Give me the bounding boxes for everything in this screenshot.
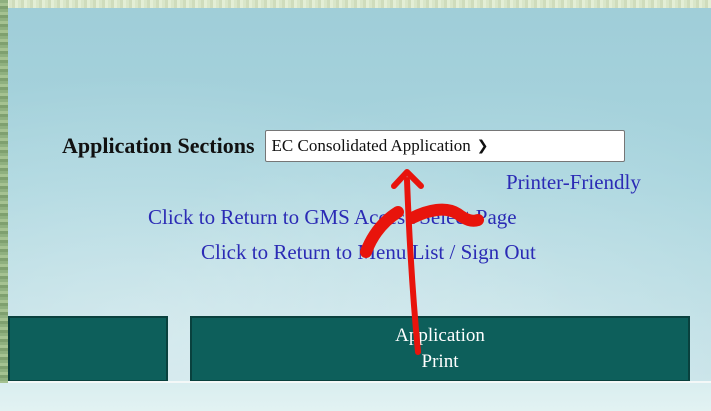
return-gms-access-link[interactable]: Click to Return to GMS Access/Select Pag… (148, 205, 517, 230)
return-menu-signout-link[interactable]: Click to Return to Menu List / Sign Out (201, 240, 536, 265)
divider (8, 381, 711, 383)
nav-button-left[interactable] (8, 316, 168, 382)
frame-left-border (0, 0, 8, 411)
application-sections-label: Application Sections (62, 133, 255, 158)
printer-friendly-link[interactable]: Printer-Friendly (506, 170, 641, 195)
chevron-down-icon: ❯ (476, 138, 489, 154)
page-bottom-area (0, 383, 711, 411)
frame-top-border (0, 0, 711, 8)
selected-section-value: EC Consolidated Application (271, 136, 471, 155)
application-print-line2: Print (421, 351, 459, 372)
application-print-button[interactable]: Application Print (190, 316, 690, 382)
application-print-line1: Application (395, 325, 485, 347)
application-sections-select[interactable]: EC Consolidated Application ❯ (264, 130, 625, 162)
application-sections-row: Application Sections EC Consolidated App… (62, 130, 625, 162)
